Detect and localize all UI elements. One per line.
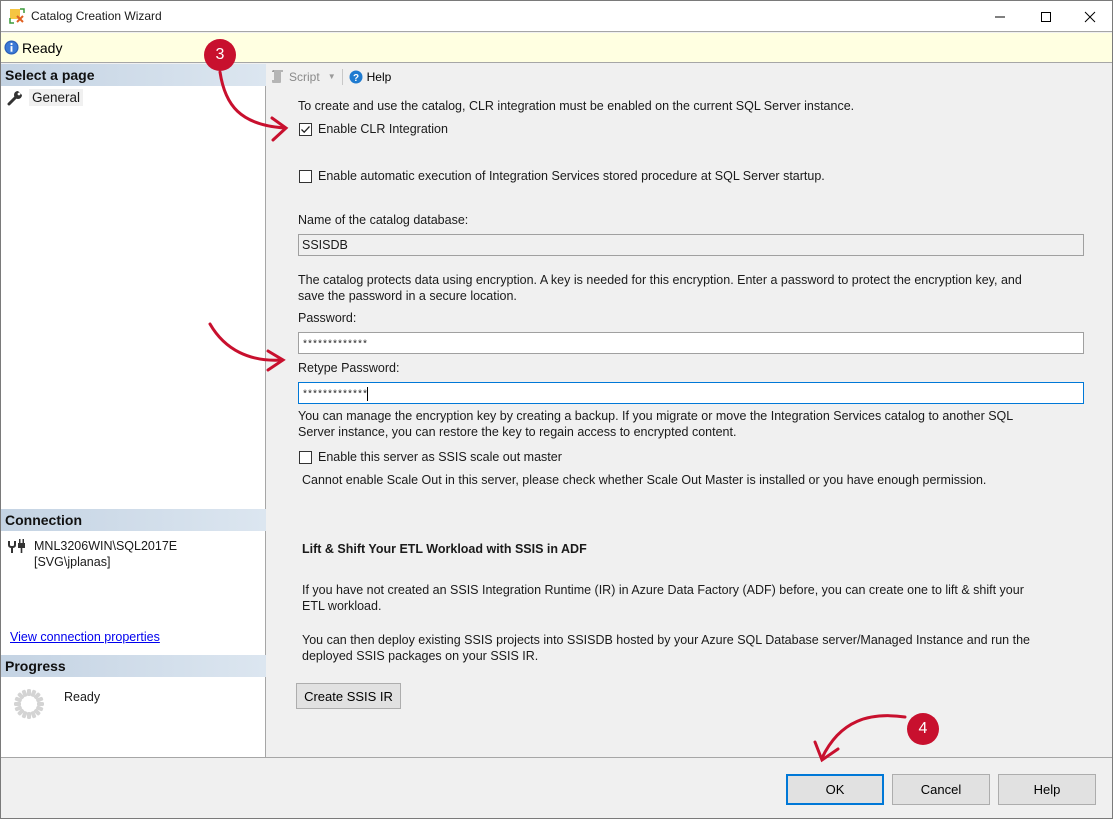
enable-clr-checkbox[interactable]	[299, 122, 312, 136]
script-dropdown-icon[interactable]: ▼	[328, 72, 336, 81]
minimize-icon	[995, 16, 1005, 17]
connection-header: Connection	[1, 509, 266, 531]
retype-password-label: Retype Password:	[298, 361, 400, 375]
scale-out-warning: Cannot enable Scale Out in this server, …	[302, 473, 987, 487]
wrench-icon	[7, 90, 22, 105]
text-caret	[367, 386, 369, 401]
cancel-button[interactable]: Cancel	[892, 774, 990, 805]
help-toolbar-button[interactable]: ? Help	[349, 69, 392, 84]
close-icon	[1084, 11, 1096, 22]
backup-text-line2: Server instance, you can restore the key…	[298, 425, 737, 439]
svg-text:?: ?	[353, 72, 359, 83]
maximize-button[interactable]	[1023, 1, 1069, 32]
adf-heading: Lift & Shift Your ETL Workload with SSIS…	[302, 542, 587, 556]
help-label: Help	[366, 69, 392, 84]
retype-password-value: *************	[302, 390, 368, 401]
status-bar: Ready	[1, 33, 1112, 63]
page-item-general[interactable]: General	[7, 89, 84, 106]
clr-intro-text: To create and use the catalog, CLR integ…	[298, 99, 855, 113]
password-value: *************	[302, 340, 368, 351]
password-field[interactable]: *************	[298, 332, 1084, 354]
enable-clr-label: Enable CLR Integration	[318, 122, 448, 136]
minimize-button[interactable]	[977, 1, 1023, 32]
connection-server: MNL3206WIN\SQL2017E	[34, 539, 178, 553]
create-ssis-ir-button[interactable]: Create SSIS IR	[296, 683, 401, 709]
ok-button[interactable]: OK	[786, 774, 884, 805]
progress-spinner	[13, 688, 45, 720]
page-item-label: General	[29, 89, 84, 106]
script-icon	[272, 70, 283, 83]
left-pane: Select a page General Connection MNL3206…	[1, 64, 266, 757]
auto-exec-label: Enable automatic execution of Integratio…	[318, 169, 825, 183]
connection-user: [SVG\jplanas]	[34, 555, 111, 569]
info-icon	[4, 40, 19, 55]
window-title: Catalog Creation Wizard	[31, 9, 162, 23]
scale-out-checkbox-row[interactable]: Enable this server as SSIS scale out mas…	[299, 449, 562, 465]
close-button[interactable]	[1067, 1, 1113, 32]
connection-info: MNL3206WIN\SQL2017E [SVG\jplanas]	[8, 538, 177, 570]
adf-text-1-line1: If you have not created an SSIS Integrat…	[302, 583, 1024, 597]
progress-header: Progress	[1, 655, 266, 677]
status-text: Ready	[22, 40, 63, 56]
dialog-footer: OK Cancel Help	[1, 757, 1112, 818]
view-connection-properties-link[interactable]: View connection properties	[10, 630, 160, 644]
password-label: Password:	[298, 311, 357, 325]
script-button[interactable]: Script ▼	[271, 69, 336, 84]
adf-text-2-line2: deployed SSIS packages on your SSIS IR.	[302, 649, 539, 663]
toolbar: Script ▼ ? Help	[267, 64, 1112, 89]
help-icon: ?	[349, 70, 363, 83]
general-page-panel: Script ▼ ? Help To create and use the ca…	[267, 64, 1112, 757]
catalog-name-field[interactable]: SSISDB	[298, 234, 1084, 256]
backup-text-line1: You can manage the encryption key by cre…	[298, 409, 1014, 423]
wizard-app-icon	[9, 8, 25, 24]
catalog-name-label: Name of the catalog database:	[298, 213, 469, 227]
auto-exec-checkbox[interactable]	[299, 169, 312, 183]
help-button[interactable]: Help	[998, 774, 1096, 805]
checkmark-icon	[301, 125, 310, 133]
spinner-icon	[14, 689, 44, 719]
plug-icon	[8, 539, 25, 553]
step-4-badge: 4	[907, 713, 939, 745]
script-label: Script	[289, 69, 320, 84]
auto-exec-checkbox-row[interactable]: Enable automatic execution of Integratio…	[299, 168, 825, 184]
adf-text-1-line2: ETL workload.	[302, 599, 382, 613]
catalog-creation-wizard-window: Catalog Creation Wizard Ready Select a p…	[0, 0, 1113, 819]
maximize-icon	[1041, 11, 1051, 22]
scale-out-checkbox[interactable]	[299, 450, 312, 464]
adf-text-2-line1: You can then deploy existing SSIS projec…	[302, 633, 1030, 647]
scale-out-label: Enable this server as SSIS scale out mas…	[318, 450, 562, 464]
encryption-text-line2: save the password in a secure location.	[298, 289, 517, 303]
toolbar-separator	[341, 68, 343, 85]
title-bar: Catalog Creation Wizard	[1, 1, 1112, 32]
progress-status: Ready	[64, 690, 101, 704]
step-3-badge: 3	[204, 39, 236, 71]
enable-clr-checkbox-row[interactable]: Enable CLR Integration	[299, 121, 448, 137]
retype-password-field[interactable]: *************	[298, 382, 1084, 404]
encryption-text-line1: The catalog protects data using encrypti…	[298, 273, 1022, 287]
